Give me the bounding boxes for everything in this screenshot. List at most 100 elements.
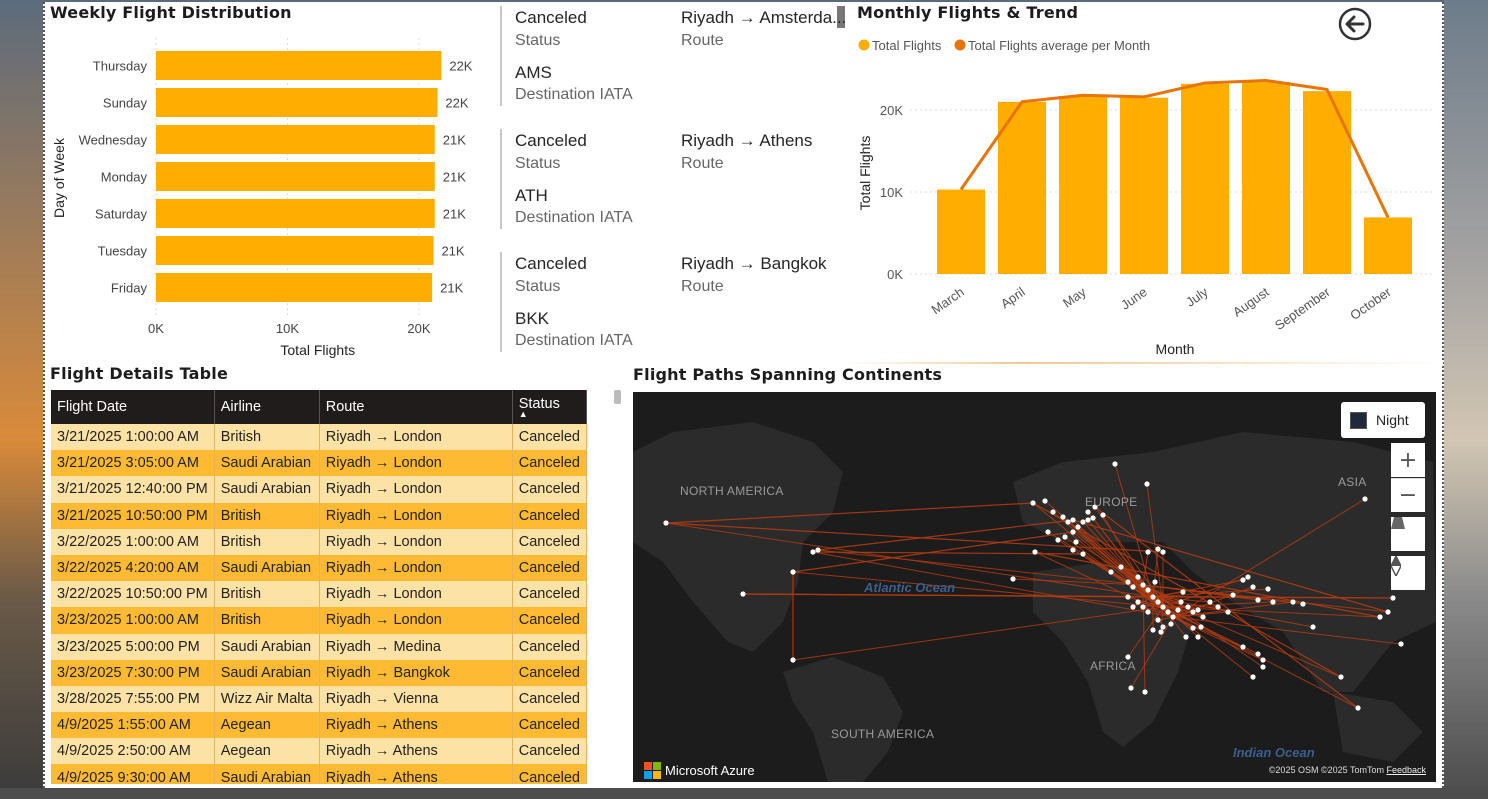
table-cell: Riyadh → London	[319, 450, 513, 477]
table-row[interactable]: 4/9/2025 1:55:00 AM Aegean Riyadh → Athens…	[51, 712, 587, 739]
airport-point	[1140, 582, 1146, 588]
table-title: Flight Details Table	[50, 364, 229, 383]
compass-button[interactable]	[1391, 556, 1425, 590]
label-atlantic-ocean: Atlantic Ocean	[864, 580, 956, 595]
weekly-data-label: 21K	[440, 281, 463, 296]
table-cell: Riyadh → London	[319, 607, 513, 634]
table-cell: 4/9/2025 2:50:00 AM	[51, 738, 215, 765]
table-header-label: Airline	[220, 399, 262, 415]
monthly-y-tick: 20K	[880, 103, 903, 118]
night-style-icon	[1350, 411, 1367, 429]
airport-point	[1112, 461, 1118, 467]
map-canvas[interactable]	[633, 392, 1436, 782]
table-row[interactable]: 3/22/2025 4:20:00 AM Saudi Arabian Riyadh …	[51, 554, 587, 582]
weekly-y-title: Day of Week	[51, 137, 67, 218]
card-status-label: Status	[515, 32, 561, 49]
airport-point	[1032, 549, 1038, 555]
card-route-label: Route	[681, 32, 724, 49]
airport-point	[1090, 515, 1096, 521]
table-cell: Riyadh → London	[319, 581, 513, 608]
pitch-button[interactable]	[1391, 517, 1425, 551]
flight-card[interactable]: Canceled Status Riyadh → Athens Route ATH Des…	[500, 129, 840, 229]
table-cell: Canceled	[512, 764, 587, 784]
airport-point	[1190, 625, 1196, 631]
table-row[interactable]: 3/21/2025 3:05:00 AM Saudi Arabian Riyadh …	[51, 450, 587, 477]
table-header-flight-date[interactable]: Flight Date	[51, 390, 215, 424]
zoom-out-button[interactable]: −	[1391, 478, 1425, 512]
airport-point	[1155, 617, 1161, 623]
airport-point	[1085, 517, 1091, 523]
card-iata-label: Destination IATA	[515, 209, 633, 226]
table-header-route[interactable]: Route	[319, 390, 513, 424]
airport-point	[1135, 599, 1141, 605]
weekly-data-label: 21K	[443, 207, 466, 222]
table-row[interactable]: 3/23/2025 5:00:00 PM Saudi Arabian Riyadh …	[51, 633, 587, 660]
flight-cards[interactable]: Canceled Status Riyadh → Amsterda... Route A…	[500, 6, 846, 356]
card-status-value: Canceled	[515, 254, 587, 273]
table-cell: Saudi Arabian	[214, 554, 320, 582]
monthly-combo-chart[interactable]: Total Flights Total Flights average per M…	[855, 30, 1440, 362]
airport-point	[1070, 547, 1076, 553]
copyright-text: ©2025 OSM ©2025 TomTom	[1268, 765, 1384, 775]
table-cell: 3/28/2025 7:55:00 PM	[51, 685, 215, 713]
flight-card[interactable]: Canceled Status Riyadh → Bangkok Route BKK De…	[500, 252, 840, 352]
table-row[interactable]: 3/23/2025 7:30:00 PM Saudi Arabian Riyadh …	[51, 659, 587, 686]
monthly-y-tick: 10K	[880, 185, 903, 200]
monthly-y-title: Total Flights	[857, 136, 873, 211]
airport-point	[1150, 627, 1156, 633]
monthly-bar	[937, 189, 985, 274]
airport-point	[1125, 594, 1131, 600]
landmass-north-america	[633, 422, 843, 652]
airport-point	[740, 591, 746, 597]
table-header-airline[interactable]: Airline	[214, 390, 320, 424]
label-indian-ocean: Indian Ocean	[1233, 745, 1315, 760]
feedback-link[interactable]: Feedback	[1386, 765, 1426, 775]
table-row[interactable]: 3/22/2025 1:00:00 AM British Riyadh → Lond…	[51, 528, 587, 555]
card-route-value: Riyadh → Bangkok	[681, 254, 827, 273]
airport-point	[1168, 621, 1174, 627]
map-style-label: Night	[1376, 412, 1409, 428]
airport-point	[1260, 664, 1266, 670]
airport-point	[1045, 529, 1051, 535]
airport-point	[1050, 509, 1056, 515]
airport-point	[815, 547, 821, 553]
flight-card[interactable]: Canceled Status Riyadh → Amsterda... Route A…	[500, 6, 846, 106]
flight-paths-map[interactable]: NORTH AMERICA EUROPE ASIA AFRICA SOUTH A…	[633, 392, 1436, 782]
compass-icon	[1391, 556, 1401, 576]
weekly-x-tick: 20K	[407, 321, 430, 336]
table-scrollbar[interactable]	[614, 390, 621, 404]
weekly-bar-chart[interactable]: 0K 10K 20K Thursday 22K Sunday 22K Wednesday 21K…	[49, 30, 499, 362]
airport-point	[1158, 629, 1164, 635]
airport-point	[1135, 574, 1141, 580]
table-row[interactable]: 4/9/2025 2:50:00 AM Aegean Riyadh → Athens…	[51, 738, 587, 765]
airport-point	[1155, 599, 1161, 605]
table-row[interactable]: 4/9/2025 9:30:00 AM Saudi Arabian Riyadh →…	[51, 764, 587, 784]
airport-point	[1362, 496, 1368, 502]
airport-point	[1215, 604, 1221, 610]
flight-details-table[interactable]: Flight Date Airline Route Status ▲ 3/21/2025…	[51, 390, 587, 784]
table-header-status[interactable]: Status ▲	[512, 390, 587, 424]
background-right	[1444, 0, 1488, 799]
airport-point	[1175, 607, 1181, 613]
map-style-button[interactable]: Night	[1341, 402, 1425, 438]
table-row[interactable]: 3/28/2025 7:55:00 PM Wizz Air Malta Riyadh…	[51, 685, 587, 713]
table-cell: Canceled	[512, 502, 587, 529]
airport-point	[810, 549, 816, 555]
table-row[interactable]: 3/21/2025 12:40:00 PM Saudi Arabian Riyadh…	[51, 476, 587, 503]
monthly-bar	[1120, 97, 1168, 274]
weekly-data-label: 21K	[443, 170, 466, 185]
zoom-in-button[interactable]: +	[1391, 443, 1425, 477]
table-cell: Canceled	[512, 581, 587, 608]
landmass-south-america	[783, 657, 903, 782]
airport-point	[1140, 604, 1146, 610]
monthly-bar	[1242, 82, 1290, 274]
airport-point	[1240, 577, 1246, 583]
monthly-x-title: Month	[1156, 341, 1195, 357]
monthly-chart-title: Monthly Flights & Trend	[857, 3, 1079, 22]
table-row[interactable]: 3/23/2025 1:00:00 AM British Riyadh → Lond…	[51, 607, 587, 634]
table-row[interactable]: 3/21/2025 1:00:00 AM British Riyadh → Lond…	[51, 424, 587, 451]
table-row[interactable]: 3/22/2025 10:50:00 PM British Riyadh → Lon…	[51, 581, 587, 608]
table-cell: Aegean	[214, 712, 320, 739]
airport-point	[1073, 539, 1079, 545]
table-row[interactable]: 3/21/2025 10:50:00 PM British Riyadh → Lon…	[51, 502, 587, 529]
